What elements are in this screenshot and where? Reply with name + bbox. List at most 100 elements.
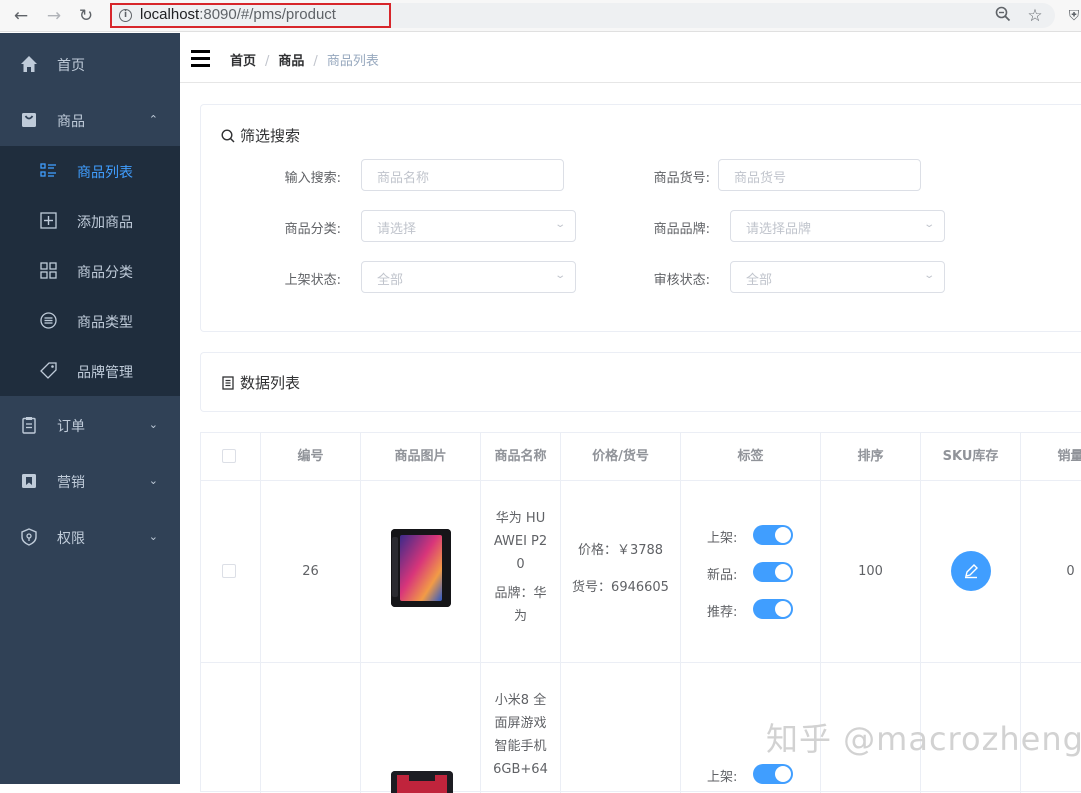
table-header: 价格/货号 [561, 433, 681, 481]
zoom-icon[interactable] [993, 6, 1013, 26]
row-select-cell [201, 481, 261, 663]
bag-icon [22, 113, 36, 127]
filter-title: 筛选搜索 [221, 125, 300, 146]
table-header[interactable]: 编号 [261, 433, 361, 481]
browser-toolbar: ← → ↻ i localhost:8090/#/pms/product ☆ ⛨ [0, 0, 1081, 32]
row-price-cell: 价格：￥3788 货号：6946605 [561, 481, 681, 663]
tag-recommend-label: 推荐: [707, 605, 738, 620]
row-name-cell: 小米8 全 面屏游戏 智能手机 6GB+64 [481, 663, 561, 793]
table-header: 标签 [681, 433, 821, 481]
row-id: 26 [261, 481, 361, 663]
document-icon [222, 376, 234, 390]
keyword-label: 输入搜索: [284, 171, 341, 186]
tag-icon [40, 362, 57, 379]
publish-status-label: 上架状态: [284, 273, 341, 288]
chevron-up-icon: ⌃ [148, 113, 158, 126]
row-sales: 0 [1021, 481, 1081, 663]
breadcrumb-home[interactable]: 首页 [230, 54, 256, 69]
row-image-cell [361, 663, 481, 793]
menu-home[interactable]: 首页 [0, 35, 180, 91]
top-navbar: 首页 / 商品 / 商品列表 [180, 33, 1081, 83]
sidebar-item-product-list[interactable]: 商品列表 [0, 146, 180, 196]
bookmark-icon [22, 474, 36, 488]
edit-sku-button[interactable] [951, 551, 991, 591]
verify-status-label: 审核状态: [653, 273, 710, 288]
new-switch[interactable] [753, 562, 793, 582]
data-list-title: 数据列表 [221, 372, 300, 393]
sidebar-item-label: 商品分类 [77, 265, 133, 281]
publish-status-value: 全部 [377, 273, 404, 288]
product-photo [391, 529, 451, 607]
chevron-down-icon: ⌄ [922, 219, 935, 230]
chevron-down-icon: ⌄ [148, 474, 158, 487]
chevron-down-icon: ⌄ [553, 219, 566, 230]
publish-switch[interactable] [753, 525, 793, 545]
sidebar-item-add-product[interactable]: 添加商品 [0, 196, 180, 246]
clipboard-icon [22, 417, 36, 434]
chevron-down-icon: ⌄ [148, 418, 158, 431]
product-name-line: 0 [516, 557, 525, 572]
product-photo [391, 771, 453, 793]
table-header: SKU库存 [921, 433, 1021, 481]
tag-publish: 上架: [707, 764, 793, 785]
tag-new: 新品: [707, 562, 793, 583]
breadcrumb: 首页 / 商品 / 商品列表 [230, 50, 379, 69]
sidebar-item-product-type[interactable]: 商品类型 [0, 296, 180, 346]
row-price-cell [561, 663, 681, 793]
chevron-down-icon: ⌄ [553, 270, 566, 281]
url-highlight-box [110, 3, 391, 28]
extension-shield-icon[interactable]: ⛨ [1064, 6, 1081, 26]
select-all-checkbox[interactable] [222, 449, 236, 463]
recommend-switch[interactable] [753, 599, 793, 619]
sidebar: 首页 商品 ⌃ 商品列表 添加商品 商品分类 商品类型 品牌管理 订单 ⌄ 营销… [0, 33, 180, 784]
home-icon [21, 56, 37, 72]
brand-select[interactable]: 请选择品牌 ⌄ [730, 210, 945, 242]
sidebar-item-brand-manage[interactable]: 品牌管理 [0, 346, 180, 396]
product-name-line: AWEI P2 [493, 534, 548, 549]
category-label: 商品分类: [284, 222, 341, 237]
row-checkbox[interactable] [222, 564, 236, 578]
menu-order[interactable]: 订单 ⌄ [0, 396, 180, 452]
search-icon [221, 129, 235, 143]
sidebar-item-product-category[interactable]: 商品分类 [0, 246, 180, 296]
brand-label: 商品品牌: [653, 222, 710, 237]
table-header: 销量 [1021, 433, 1081, 481]
verify-status-select[interactable]: 全部 ⌄ [730, 261, 945, 293]
product-image[interactable] [391, 771, 453, 793]
tag-publish: 上架: [707, 525, 793, 546]
reload-icon[interactable]: ↻ [76, 6, 96, 26]
edit-icon [965, 564, 978, 579]
row-sku-cell [921, 481, 1021, 663]
product-name-line: 智能手机 [494, 739, 547, 754]
product-brand-line: 品牌：华 [494, 586, 547, 601]
keyword-input[interactable]: 商品名称 [361, 159, 564, 191]
list-icon [40, 163, 56, 177]
publish-switch[interactable] [753, 764, 793, 784]
shield-icon [21, 528, 37, 546]
back-icon[interactable]: ← [11, 6, 31, 26]
data-list-title-text: 数据列表 [240, 374, 301, 392]
verify-status-value: 全部 [746, 273, 773, 288]
bookmark-star-icon[interactable]: ☆ [1025, 6, 1045, 26]
category-select[interactable]: 请选择 ⌄ [361, 210, 576, 242]
row-image-cell [361, 481, 481, 663]
product-image[interactable] [391, 529, 451, 607]
breadcrumb-product[interactable]: 商品 [278, 54, 304, 69]
product-brand-line: 为 [513, 609, 527, 624]
data-list-card: 数据列表 [200, 352, 1081, 412]
forward-icon[interactable]: → [44, 6, 64, 26]
filter-card: 筛选搜索 输入搜索: 商品名称 商品货号: 商品货号 商品分类: 请选择 ⌄ 商… [200, 104, 1081, 332]
tag-publish-label: 上架: [707, 770, 738, 785]
menu-permission[interactable]: 权限 ⌄ [0, 508, 180, 564]
main-content: 筛选搜索 输入搜索: 商品名称 商品货号: 商品货号 商品分类: 请选择 ⌄ 商… [180, 84, 1081, 793]
add-square-icon [40, 212, 57, 229]
sidebar-item-label: 商品类型 [77, 315, 133, 331]
publish-status-select[interactable]: 全部 ⌄ [361, 261, 576, 293]
menu-marketing[interactable]: 营销 ⌄ [0, 452, 180, 508]
product-price: 价格：￥3788 [577, 543, 664, 558]
table-header: 商品图片 [361, 433, 481, 481]
menu-product[interactable]: 商品 ⌃ [0, 91, 180, 147]
product-name-line: 小米8 全 [494, 693, 547, 708]
hamburger-menu-icon[interactable] [191, 50, 210, 67]
sn-input[interactable]: 商品货号 [718, 159, 921, 191]
